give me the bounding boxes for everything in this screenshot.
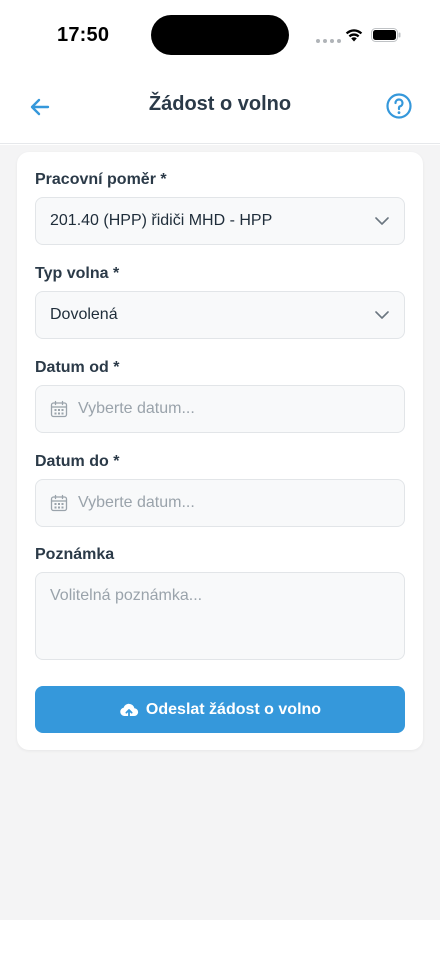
- note-label: Poznámka: [35, 546, 115, 563]
- date-from-label: Datum od *: [35, 359, 120, 376]
- chevron-down-icon: [375, 217, 389, 225]
- leave-type-select[interactable]: Dovolená: [35, 291, 405, 339]
- status-bar: 17:50: [0, 0, 440, 72]
- leave-type-value: Dovolená: [50, 306, 118, 323]
- employment-label: Pracovní poměr *: [35, 171, 167, 188]
- cellular-signal-icon: [316, 39, 341, 43]
- status-time: 17:50: [57, 24, 110, 46]
- date-to-field[interactable]: Vyberte datum...: [35, 479, 405, 527]
- wifi-icon: [345, 29, 363, 42]
- app-header: Žádost o volno: [0, 72, 440, 144]
- employment-value: 201.40 (HPP) řidiči MHD - HPP: [50, 212, 273, 229]
- date-from-placeholder: Vyberte datum...: [78, 400, 195, 417]
- bottom-safe-area: [0, 920, 440, 957]
- calendar-icon: [50, 400, 68, 418]
- cloud-upload-icon: [120, 703, 139, 717]
- date-to-placeholder: Vyberte datum...: [78, 494, 195, 511]
- submit-label: Odeslat žádost o volno: [145, 700, 322, 718]
- battery-icon: [371, 28, 401, 42]
- date-to-label: Datum do *: [35, 453, 120, 470]
- help-icon[interactable]: [384, 91, 414, 121]
- page-title: Žádost o volno: [148, 93, 292, 115]
- calendar-icon: [50, 494, 68, 512]
- note-textarea[interactable]: Volitelná poznámka...: [35, 572, 405, 660]
- content-area: Pracovní poměr * 201.40 (HPP) řidiči MHD…: [0, 145, 440, 920]
- employment-select[interactable]: 201.40 (HPP) řidiči MHD - HPP: [35, 197, 405, 245]
- date-from-field[interactable]: Vyberte datum...: [35, 385, 405, 433]
- submit-leave-request-button[interactable]: Odeslat žádost o volno: [35, 686, 405, 733]
- dynamic-island: [151, 15, 289, 55]
- note-placeholder: Volitelná poznámka...: [50, 587, 203, 604]
- leave-type-label: Typ volna *: [35, 265, 120, 282]
- chevron-down-icon: [375, 311, 389, 319]
- leave-request-form: Pracovní poměr * 201.40 (HPP) řidiči MHD…: [17, 152, 423, 750]
